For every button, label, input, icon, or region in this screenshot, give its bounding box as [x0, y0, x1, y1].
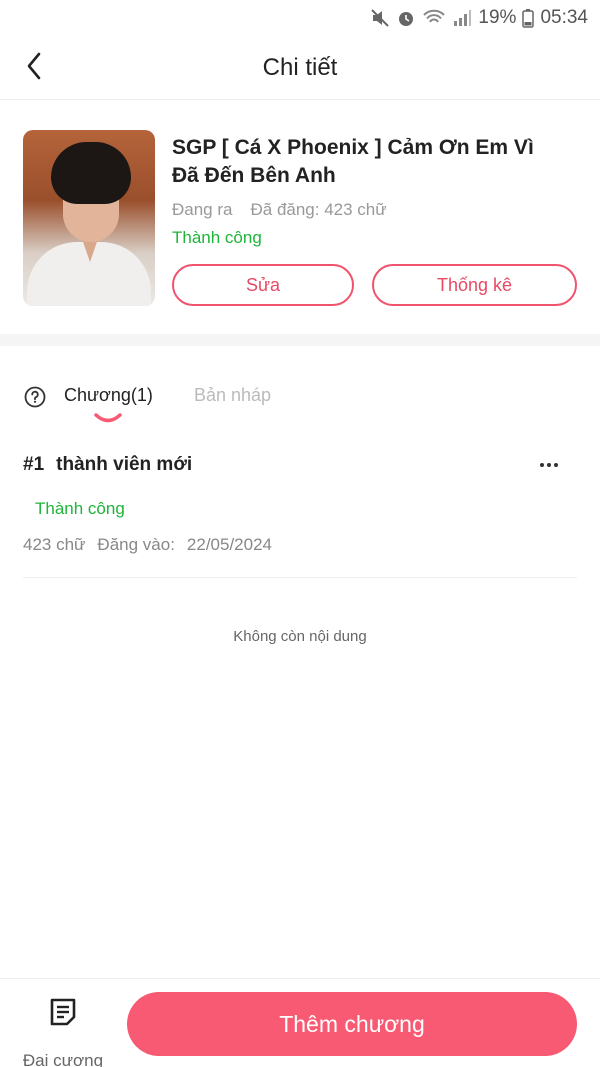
page-title: Chi tiết	[262, 54, 338, 81]
chapter-posted-label: Đăng vào:	[97, 535, 175, 554]
app-header: Chi tiết	[0, 36, 600, 100]
mute-icon	[370, 8, 390, 28]
tab-chapters[interactable]: Chương(1)	[64, 385, 153, 406]
alarm-icon	[396, 8, 416, 28]
question-circle-icon[interactable]	[24, 386, 46, 408]
section-divider	[0, 334, 600, 346]
chapter-posted-date: 22/05/2024	[186, 535, 273, 554]
chapter-title: #1 thành viên mới	[23, 454, 192, 476]
more-options-button[interactable]	[535, 454, 563, 476]
active-tab-indicator	[94, 413, 122, 423]
end-of-list-message: Không còn nội dung	[233, 628, 367, 645]
edit-button[interactable]: Sửa	[172, 264, 354, 306]
status-bar: 19% 05:34	[0, 0, 600, 36]
chapter-tabs: Chương(1) Bản nháp	[0, 380, 600, 428]
wifi-icon	[422, 8, 446, 28]
story-ongoing-label: Đang ra	[172, 200, 233, 219]
story-meta: Đang ra Đã đăng: 423 chữ	[172, 200, 387, 220]
chapter-status: Thành công	[35, 499, 125, 518]
battery-percent: 19%	[478, 7, 517, 28]
story-card: SGP [ Cá X Phoenix ] Cảm Ơn Em Vì Đã Đến…	[23, 130, 578, 310]
story-word-count: Đã đăng: 423 chữ	[250, 200, 387, 219]
battery-icon	[522, 8, 535, 28]
more-dots-icon	[540, 463, 544, 467]
outline-label: Đại cương	[22, 1051, 104, 1067]
outline-button[interactable]: Đại cương	[18, 995, 108, 1067]
story-cover-image[interactable]	[23, 130, 155, 306]
chapter-name: thành viên mới	[56, 454, 193, 475]
chapter-list-item[interactable]: #1 thành viên mới Thành công 423 chữ Đăn…	[23, 448, 577, 578]
signal-icon	[452, 8, 472, 28]
statistics-button[interactable]: Thống kê	[372, 264, 577, 306]
chapter-number: #1	[23, 454, 45, 475]
bottom-action-bar: Đại cương Thêm chương	[0, 978, 600, 1067]
clock-time: 05:34	[540, 7, 588, 28]
story-title: SGP [ Cá X Phoenix ] Cảm Ơn Em Vì Đã Đến…	[172, 136, 534, 187]
story-status: Thành công	[172, 228, 262, 247]
add-chapter-button[interactable]: Thêm chương	[127, 992, 577, 1056]
chapter-meta: 423 chữ Đăng vào: 22/05/2024	[23, 535, 272, 555]
chapter-word-count: 423 chữ	[23, 535, 86, 554]
document-icon	[49, 997, 77, 1027]
tab-drafts[interactable]: Bản nháp	[194, 385, 271, 406]
